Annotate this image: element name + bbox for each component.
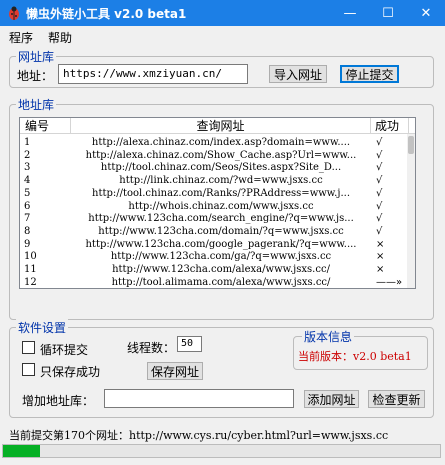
table-row[interactable]: 8 http://www.123cha.com/domain/?q=www.jsx… [20, 226, 410, 238]
list-vertical-scrollbar[interactable] [407, 134, 415, 288]
row-status: √ [376, 213, 383, 225]
table-row[interactable]: 6 http://whois.chinaz.com/www.jsxs.cc √ [20, 201, 410, 213]
menu-bar: 程序 帮助 [0, 26, 445, 46]
address-input[interactable]: https://www.xmziyuan.cn/ [58, 64, 248, 84]
table-row[interactable]: 3 http://tool.chinaz.com/Seos/Sites.aspx?… [20, 162, 410, 174]
table-row[interactable]: 1 http://alexa.chinaz.com/index.asp?domai… [20, 137, 410, 149]
version-group-title: 版本信息 [302, 328, 355, 345]
loop-submit-checkbox[interactable] [22, 341, 35, 354]
progress-bar-fill [3, 445, 41, 457]
import-url-button[interactable]: 导入网址 [269, 65, 327, 83]
row-url: http://tool.chinaz.com/Ranks/?PRAddress=… [92, 187, 350, 199]
minimize-button[interactable]: — [331, 0, 369, 26]
row-id: 11 [24, 264, 37, 275]
bug-app-icon [9, 6, 19, 20]
row-id: 6 [24, 200, 31, 212]
row-status: √ [376, 175, 383, 187]
row-status: √ [376, 225, 383, 237]
row-id: 4 [24, 175, 31, 187]
row-status: √ [376, 137, 383, 148]
row-url: http://www.123cha.com/domain/?q=www.jsxs… [98, 225, 344, 237]
row-id: 7 [24, 213, 31, 225]
column-header-success[interactable]: 成功 [371, 118, 409, 134]
menu-program[interactable]: 程序 [9, 29, 33, 46]
row-id: 8 [24, 225, 31, 237]
thread-count-input[interactable]: 50 [177, 336, 202, 352]
row-status: √ [376, 162, 383, 174]
list-group-title: 地址库 [16, 96, 57, 113]
row-url: http://whois.chinaz.com/www.jsxs.cc [128, 200, 314, 212]
row-status: √ [376, 149, 383, 161]
row-id: 12 [24, 276, 37, 288]
row-url: http://www.123cha.com/alexa/www.jsxs.cc/ [112, 264, 330, 275]
row-url: http://www.123cha.com/ga/?q=www.jsxs.cc [110, 251, 332, 263]
row-status: √ [376, 200, 383, 212]
list-header: 编号 查询网址 成功 [20, 118, 415, 134]
row-id: 5 [24, 187, 31, 199]
row-url: http://alexa.chinaz.com/index.asp?domain… [91, 137, 351, 148]
add-url-library-label: 增加地址库： [22, 394, 95, 408]
row-url: http://link.chinaz.com/?wd=www.jsxs.cc [119, 175, 323, 187]
menu-help[interactable]: 帮助 [48, 29, 72, 46]
table-row[interactable]: 12 http://tool.alimama.com/alexa/www.jsxs… [20, 276, 410, 288]
status-text: 当前提交第170个网址：http://www.cys.ru/cyber.html… [9, 429, 389, 442]
row-status: × [376, 238, 385, 250]
add-url-library-input[interactable] [104, 389, 294, 408]
window-title: 懒虫外链小工具 v2.0 beta1 [26, 7, 187, 21]
table-row[interactable]: 7 http://www.123cha.com/search_engine/?q=… [20, 213, 410, 225]
row-url: http://www.123cha.com/search_engine/?q=w… [88, 213, 354, 225]
row-url: http://alexa.chinaz.com/Show_Cache.asp?U… [85, 149, 357, 161]
save-url-button[interactable]: 保存网址 [147, 362, 203, 380]
check-update-button[interactable]: 检查更新 [368, 390, 425, 408]
close-button[interactable]: ✕ [407, 0, 445, 26]
row-url: http://tool.chinaz.com/Seos/Sites.aspx?S… [100, 162, 342, 174]
row-status: ——» [376, 276, 403, 288]
table-row[interactable]: 10 http://www.123cha.com/ga/?q=www.jsxs.c… [20, 251, 410, 263]
row-id: 9 [24, 238, 31, 250]
row-id: 2 [24, 149, 31, 161]
row-url: http://tool.alimama.com/alexa/www.jsxs.c… [111, 276, 331, 288]
save-success-label[interactable]: 只保存成功 [40, 363, 100, 380]
row-id: 1 [24, 137, 31, 148]
stop-submit-button[interactable]: 停止提交 [340, 65, 399, 83]
settings-group-title: 软件设置 [16, 319, 69, 336]
add-url-button[interactable]: 添加网址 [304, 390, 359, 408]
table-row[interactable]: 4 http://link.chinaz.com/?wd=www.jsxs.cc √ [20, 175, 410, 187]
row-status: √ [376, 187, 383, 199]
thread-count-label: 线程数： [127, 341, 176, 355]
progress-bar [2, 444, 441, 458]
save-success-checkbox[interactable] [22, 363, 35, 376]
table-row[interactable]: 5 http://tool.chinaz.com/Ranks/?PRAddress… [20, 188, 410, 200]
address-label: 地址： [17, 69, 54, 83]
row-url: http://www.123cha.com/google_pagerank/?q… [85, 238, 357, 250]
maximize-button[interactable]: ☐ [369, 0, 407, 26]
scrollbar-thumb[interactable] [408, 136, 414, 154]
column-header-url[interactable]: 查询网址 [71, 118, 371, 134]
table-row[interactable]: 11 http://www.123cha.com/alexa/www.jsxs.c… [20, 264, 410, 276]
row-id: 3 [24, 162, 31, 174]
row-id: 10 [24, 251, 37, 263]
version-text: 当前版本：v2.0 beta1 [298, 350, 412, 363]
table-row[interactable]: 2 http://alexa.chinaz.com/Show_Cache.asp?… [20, 150, 410, 162]
url-list-view[interactable]: 编号 查询网址 成功 1 http://alexa.chinaz.com/inde… [19, 117, 416, 289]
column-header-id[interactable]: 编号 [20, 118, 71, 134]
loop-submit-label[interactable]: 循环提交 [40, 341, 88, 358]
row-status: × [376, 251, 385, 263]
title-bar[interactable]: 懒虫外链小工具 v2.0 beta1 — ☐ ✕ [0, 0, 445, 26]
url-group-title: 网址库 [16, 48, 57, 65]
row-status: × [376, 264, 385, 275]
table-row[interactable]: 9 http://www.123cha.com/google_pagerank/?… [20, 239, 410, 251]
